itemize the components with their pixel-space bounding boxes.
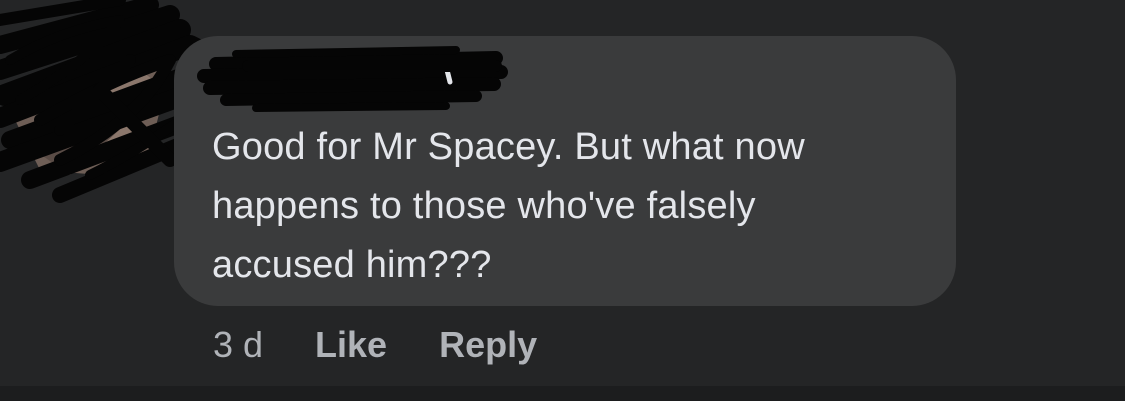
comment-text: Good for Mr Spacey. But what now happens… — [212, 126, 805, 286]
comment-actions: 3 d Like Reply — [213, 322, 589, 368]
like-button[interactable]: Like — [315, 324, 387, 366]
comment-author-name[interactable] — [196, 36, 508, 116]
redaction-scribble — [197, 46, 508, 112]
comment-item: Good for Mr Spacey. But what now happens… — [0, 0, 1125, 386]
comment-timestamp[interactable]: 3 d — [213, 324, 263, 366]
divider — [0, 386, 1125, 401]
reply-button[interactable]: Reply — [439, 324, 537, 366]
